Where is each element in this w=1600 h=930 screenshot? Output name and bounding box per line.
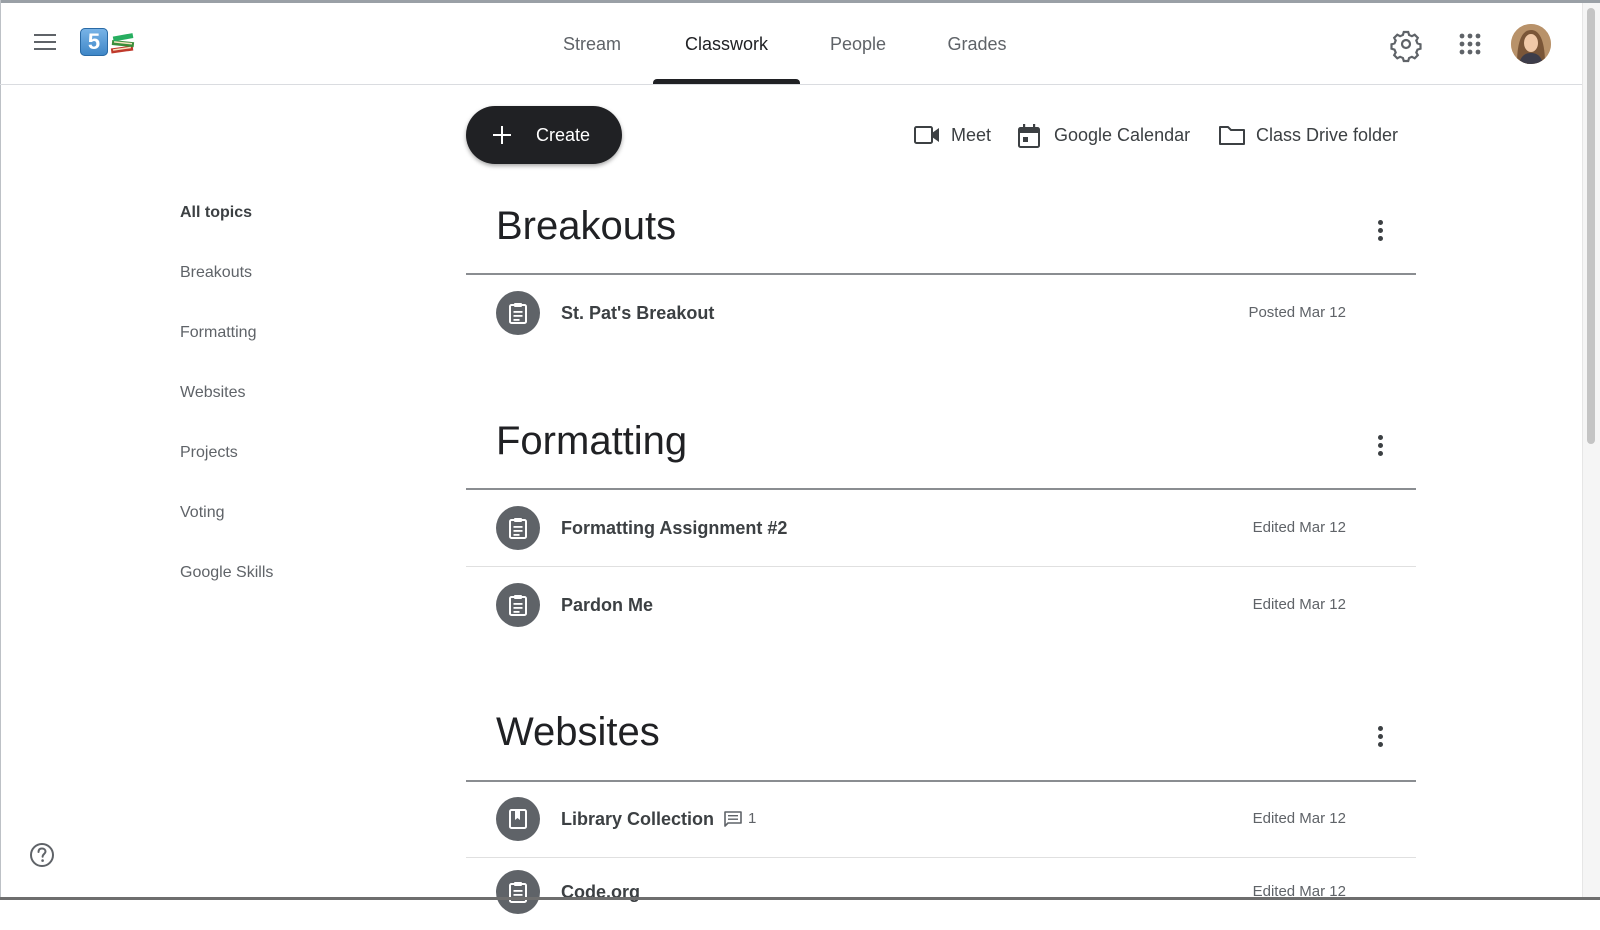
topic-breakouts[interactable]: Breakouts [180, 264, 252, 282]
classwork-item[interactable]: Formatting Assignment #2 Edited Mar 12 [466, 490, 1416, 566]
topic-all-topics[interactable]: All topics [180, 204, 252, 222]
comment-count-value: 1 [748, 810, 757, 827]
section-more-options-button[interactable] [1362, 427, 1398, 463]
bookmark-book-icon [509, 809, 527, 829]
top-app-bar: 5 Stream Classwork People Grades [0, 3, 1582, 85]
more-vert-dot [1378, 236, 1383, 241]
item-date: Edited Mar 12 [1252, 519, 1346, 536]
item-title: Pardon Me [561, 595, 654, 615]
clipboard-icon [509, 595, 527, 616]
clipboard-icon [509, 303, 527, 324]
item-title: Formatting Assignment #2 [561, 518, 788, 538]
assignment-icon [496, 583, 540, 627]
tab-stream[interactable]: Stream [548, 3, 636, 85]
class-tabs: Stream Classwork People Grades [0, 3, 1582, 85]
item-date: Edited Mar 12 [1252, 810, 1346, 827]
apps-grid-icon [1459, 33, 1481, 55]
comment-icon [724, 811, 742, 827]
topic-projects[interactable]: Projects [180, 444, 238, 462]
more-vert-icon [1378, 220, 1383, 225]
section-title-formatting: Formatting [496, 419, 688, 463]
active-tab-indicator [653, 79, 800, 84]
item-title: Code.org [561, 882, 640, 902]
item-date: Posted Mar 12 [1248, 304, 1346, 321]
folder-icon [1219, 126, 1245, 145]
more-vert-dot [1378, 443, 1383, 448]
topic-google-skills[interactable]: Google Skills [180, 564, 273, 582]
more-vert-dot [1378, 451, 1383, 456]
video-camera-icon [914, 126, 939, 144]
tab-grades[interactable]: Grades [931, 3, 1023, 85]
classwork-item[interactable]: Pardon Me Edited Mar 12 [466, 567, 1416, 643]
clipboard-icon [509, 518, 527, 539]
classwork-item[interactable]: Library Collection 1 Edited Mar 12 [466, 781, 1416, 857]
section-more-options-button[interactable] [1362, 212, 1398, 248]
tab-classwork[interactable]: Classwork [653, 3, 800, 85]
calendar-label: Google Calendar [1054, 125, 1191, 145]
item-title: St. Pat's Breakout [561, 303, 715, 323]
help-button[interactable] [29, 842, 55, 868]
more-vert-dot [1378, 742, 1383, 747]
plus-icon [493, 126, 511, 144]
classwork-item[interactable]: Code.org Edited Mar 12 [466, 854, 1416, 930]
meet-link[interactable]: Meet [913, 118, 995, 152]
more-vert-icon [1378, 435, 1383, 440]
item-date: Edited Mar 12 [1252, 883, 1346, 900]
create-button[interactable]: Create [466, 106, 622, 164]
clipboard-icon [509, 882, 527, 903]
classwork-item[interactable]: St. Pat's Breakout Posted Mar 12 [466, 275, 1416, 351]
gear-icon [1390, 30, 1422, 63]
item-date: Edited Mar 12 [1252, 596, 1346, 613]
section-title-websites: Websites [496, 710, 660, 754]
topic-voting[interactable]: Voting [180, 504, 224, 522]
more-vert-dot [1378, 734, 1383, 739]
window-left-border [0, 0, 1, 900]
topic-formatting[interactable]: Formatting [180, 324, 256, 342]
google-calendar-link[interactable]: Google Calendar [1016, 118, 1196, 152]
section-more-options-button[interactable] [1362, 718, 1398, 754]
calendar-icon [1018, 124, 1040, 148]
class-drive-folder-link[interactable]: Class Drive folder [1218, 118, 1408, 152]
more-vert-dot [1378, 228, 1383, 233]
assignment-icon [496, 291, 540, 335]
assignment-icon [496, 506, 540, 550]
section-title-breakouts: Breakouts [496, 204, 677, 248]
more-vert-icon [1378, 726, 1383, 731]
item-title: Library Collection [561, 809, 715, 829]
drive-folder-label: Class Drive folder [1256, 125, 1399, 145]
meet-label: Meet [951, 125, 992, 145]
settings-button[interactable] [1386, 24, 1426, 64]
user-avatar[interactable] [1511, 24, 1551, 64]
tab-people[interactable]: People [816, 3, 900, 85]
google-apps-button[interactable] [1450, 24, 1490, 64]
avatar-photo [1511, 24, 1551, 64]
material-icon [496, 797, 540, 841]
help-icon [30, 843, 54, 867]
create-button-label: Create [536, 125, 591, 145]
assignment-icon [496, 870, 540, 914]
topic-websites[interactable]: Websites [180, 384, 246, 402]
scrollbar-thumb[interactable] [1587, 8, 1595, 444]
